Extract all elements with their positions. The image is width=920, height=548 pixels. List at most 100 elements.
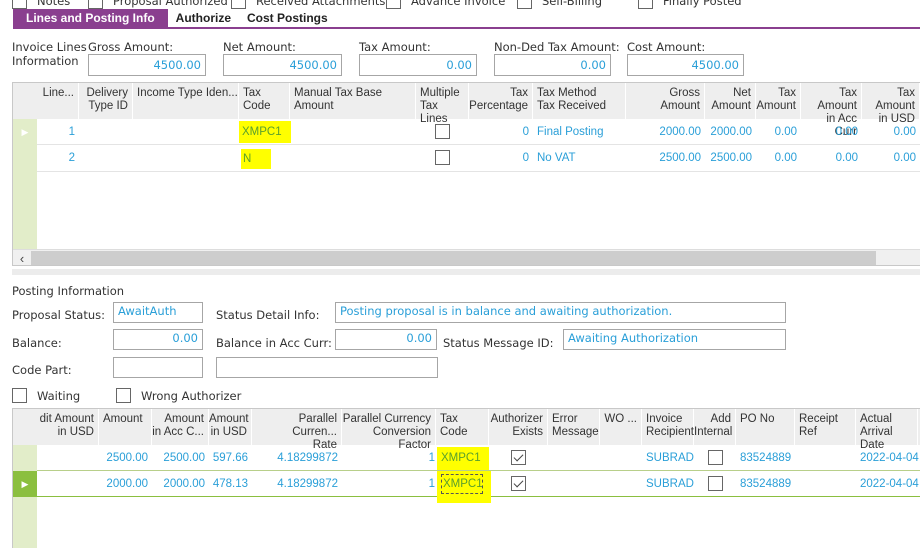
horizontal-scrollbar[interactable]: ‹ bbox=[13, 249, 920, 265]
cell-actual-arrival-date: 2022-04-04 bbox=[860, 478, 919, 490]
waiting-checkbox-box[interactable] bbox=[12, 388, 27, 403]
cell-tax-code[interactable]: XMPC1 bbox=[239, 121, 291, 145]
table-row[interactable]: 2000.00 2000.00 478.13 4.18299872 1 XMPC… bbox=[37, 471, 920, 503]
col-header-multiple-tax-lines[interactable]: Multiple Tax Lines bbox=[416, 83, 469, 125]
cell-multiple-tax-lines[interactable] bbox=[416, 119, 469, 144]
add-internal-checkbox[interactable] bbox=[707, 476, 723, 492]
received-attachments-label: Received Attachments bbox=[256, 0, 386, 8]
balance-label: Balance: bbox=[12, 336, 62, 350]
gross-amount-field[interactable]: 4500.00 bbox=[88, 54, 206, 76]
cell-tax-percentage: 0 bbox=[522, 152, 529, 164]
cell-add-internal[interactable] bbox=[694, 445, 736, 470]
cell-authorizer-exists[interactable] bbox=[489, 471, 548, 496]
balance-field[interactable]: 0.00 bbox=[113, 329, 203, 350]
authorizer-exists-checkbox[interactable] bbox=[511, 476, 526, 492]
col-header-manual-tax-base[interactable]: Manual Tax Base Amount bbox=[290, 83, 416, 119]
tab-lines-and-posting-info[interactable]: Lines and Posting Info bbox=[13, 9, 168, 28]
code-part-description-field[interactable] bbox=[216, 357, 438, 378]
received-attachments-box[interactable] bbox=[231, 0, 246, 9]
finally-posted-checkbox[interactable]: Finally Posted bbox=[638, 0, 742, 9]
proposal-status-field[interactable]: AwaitAuth bbox=[113, 302, 203, 323]
col-header-tax-method[interactable]: Tax Method Tax Received bbox=[533, 83, 626, 119]
tax-amount-field[interactable]: 0.00 bbox=[359, 54, 477, 76]
net-amount-field[interactable]: 4500.00 bbox=[223, 54, 342, 76]
col-header-tax-code[interactable]: Tax Code bbox=[239, 83, 290, 119]
status-detail-field[interactable]: Posting proposal is in balance and await… bbox=[335, 302, 786, 323]
col-header-parallel-currency-rate[interactable]: Parallel Curren... Rate bbox=[252, 409, 342, 451]
self-billing-box[interactable] bbox=[517, 0, 532, 9]
scrollbar-thumb[interactable] bbox=[31, 251, 876, 265]
posting-info-title: Posting Information bbox=[12, 284, 125, 298]
col-header-error-message[interactable]: Error Message bbox=[548, 409, 600, 445]
cell-multiple-tax-lines[interactable] bbox=[416, 145, 469, 171]
tab-cost-postings[interactable]: Cost Postings bbox=[239, 9, 336, 28]
col-header-amount[interactable]: Amount bbox=[99, 409, 152, 445]
advance-invoice-box[interactable] bbox=[386, 0, 401, 9]
col-header-actual-arrival-date[interactable]: Actual Arrival Date bbox=[856, 409, 918, 451]
notes-checkbox[interactable]: Notes bbox=[12, 0, 70, 9]
cell-tax-percentage: 0 bbox=[522, 126, 529, 138]
col-header-line[interactable]: Line... bbox=[37, 83, 79, 119]
col-header-credit-amount-usd[interactable]: dit Amount in USD bbox=[37, 409, 99, 445]
balance-acc-curr-field[interactable]: 0.00 bbox=[335, 329, 437, 350]
notes-checkbox-box[interactable] bbox=[12, 0, 27, 9]
cell-amount-usd: 478.13 bbox=[212, 478, 248, 490]
col-header-gross-amount[interactable]: Gross Amount bbox=[626, 83, 705, 119]
cell-tax-amount-acc: 0.00 bbox=[835, 152, 858, 164]
multiple-tax-lines-checkbox[interactable] bbox=[435, 124, 450, 140]
col-header-tax-percentage[interactable]: Tax Percentage bbox=[469, 83, 533, 119]
scroll-left-icon[interactable]: ‹ bbox=[13, 250, 31, 265]
non-ded-tax-amount-field[interactable]: 0.00 bbox=[494, 54, 611, 76]
waiting-checkbox[interactable]: Waiting bbox=[12, 388, 80, 403]
table-row[interactable]: 2500.00 2500.00 597.66 4.18299872 1 XMPC… bbox=[37, 445, 920, 471]
col-header-tax-amount-usd[interactable]: Tax Amount in USD bbox=[862, 83, 920, 125]
splitter[interactable] bbox=[12, 269, 920, 275]
col-header-receipt-ref[interactable]: Receipt Ref bbox=[795, 409, 856, 445]
cell-line: 1 bbox=[68, 126, 75, 138]
cell-parallel-factor: 1 bbox=[428, 478, 435, 490]
wrong-authorizer-checkbox-box[interactable] bbox=[116, 388, 131, 403]
self-billing-checkbox[interactable]: Self-Billing bbox=[517, 0, 602, 9]
finally-posted-box[interactable] bbox=[638, 0, 653, 9]
cell-amount-usd: 597.66 bbox=[212, 452, 248, 464]
cell-tax-code[interactable]: XMPC1 bbox=[437, 447, 489, 471]
cell-authorizer-exists[interactable] bbox=[489, 445, 548, 470]
cell-tax-code[interactable]: XMPC1 bbox=[437, 471, 491, 503]
col-header-tax-amount-acc[interactable]: Tax Amount in Acc Curr bbox=[801, 83, 862, 138]
tax-code-focused[interactable]: XMPC1 bbox=[441, 474, 483, 494]
proposal-authorized-checkbox[interactable]: Proposal Authorized bbox=[88, 0, 228, 9]
table-row[interactable]: 1 XMPC1 0 Final Posting 2000.00 2000.00 … bbox=[37, 119, 920, 145]
tax-code-highlight: XMPC1 bbox=[239, 121, 291, 143]
col-header-add-internal[interactable]: Add Internal bbox=[694, 409, 736, 445]
status-message-id-field[interactable]: Awaiting Authorization bbox=[563, 329, 786, 350]
col-header-wo[interactable]: WO ... bbox=[600, 409, 642, 445]
authorizer-exists-checkbox[interactable] bbox=[511, 450, 526, 466]
tab-authorize[interactable]: Authorize bbox=[167, 9, 240, 28]
col-header-amount-usd[interactable]: Amount in USD bbox=[209, 409, 252, 445]
add-internal-checkbox[interactable] bbox=[707, 450, 723, 466]
col-header-tax-amount[interactable]: Tax Amount bbox=[756, 83, 801, 119]
advance-invoice-checkbox[interactable]: Advance Invoice bbox=[386, 0, 505, 9]
proposal-authorized-box[interactable] bbox=[88, 0, 103, 9]
col-header-delivery-type-id[interactable]: Delivery Type ID bbox=[79, 83, 133, 119]
col-header-amount-acc[interactable]: Amount in Acc C... bbox=[152, 409, 209, 445]
current-row-arrow-icon: ▶ bbox=[21, 127, 29, 137]
table-row[interactable]: 2 N 0 No VAT 2500.00 2500.00 0.00 0.00 0… bbox=[37, 145, 920, 172]
col-header-income-type-id[interactable]: Income Type Iden... bbox=[133, 83, 239, 119]
code-part-label: Code Part: bbox=[12, 363, 72, 377]
cell-line: 2 bbox=[68, 152, 75, 164]
col-header-parallel-conversion-factor[interactable]: Parallel Currency Conversion Factor bbox=[342, 409, 436, 451]
received-attachments-checkbox[interactable]: Received Attachments bbox=[231, 0, 385, 9]
col-header-tax-code[interactable]: Tax Code bbox=[436, 409, 489, 445]
code-part-field[interactable] bbox=[113, 357, 203, 378]
cell-add-internal[interactable] bbox=[694, 471, 736, 496]
multiple-tax-lines-checkbox[interactable] bbox=[435, 150, 450, 166]
col-header-po-no[interactable]: PO No bbox=[736, 409, 795, 445]
wrong-authorizer-checkbox[interactable]: Wrong Authorizer bbox=[116, 388, 241, 403]
cell-parallel-rate: 4.18299872 bbox=[277, 452, 338, 464]
col-header-net-amount[interactable]: Net Amount bbox=[705, 83, 756, 119]
cell-tax-code[interactable]: N bbox=[241, 149, 271, 171]
col-header-invoice-recipient[interactable]: Invoice Recipient bbox=[642, 409, 694, 445]
col-header-authorizer-exists[interactable]: Authorizer Exists bbox=[489, 409, 548, 445]
cost-amount-field[interactable]: 4500.00 bbox=[627, 54, 744, 76]
